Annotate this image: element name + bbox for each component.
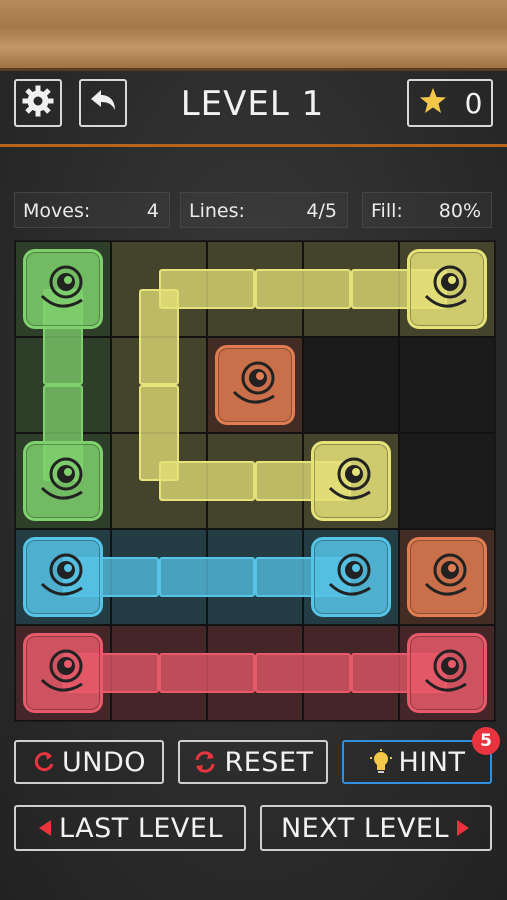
grid-cell[interactable]	[399, 337, 495, 433]
moves-stat: Moves: 4	[14, 192, 170, 228]
fill-stat: Fill: 80%	[362, 192, 492, 228]
grid-cell[interactable]	[303, 337, 399, 433]
header-divider	[0, 144, 507, 147]
hint-count-badge: 5	[472, 727, 500, 755]
flow-pipe-red	[255, 653, 351, 693]
back-arrow-icon	[87, 85, 119, 121]
level-title: LEVEL 1	[180, 84, 325, 124]
monster-endpoint-red[interactable]	[407, 633, 487, 713]
wood-top-frame	[0, 0, 507, 71]
lines-value: 4/5	[306, 200, 337, 222]
last-level-label: LAST LEVEL	[58, 812, 224, 844]
top-bar: LEVEL 1 0	[0, 71, 507, 147]
last-level-button[interactable]: LAST LEVEL	[14, 805, 246, 851]
star-icon	[418, 86, 448, 120]
monster-endpoint-blue[interactable]	[23, 537, 103, 617]
moves-label: Moves:	[23, 200, 91, 222]
monster-endpoint-blue[interactable]	[311, 537, 391, 617]
puzzle-grid[interactable]	[14, 240, 496, 722]
reset-button[interactable]: RESET	[178, 740, 328, 784]
triangle-left-icon	[37, 818, 53, 838]
lines-stat: Lines: 4/5	[180, 192, 348, 228]
monster-endpoint-yellow[interactable]	[311, 441, 391, 521]
lightbulb-icon	[369, 749, 393, 775]
monster-endpoint-yellow[interactable]	[407, 249, 487, 329]
monster-endpoint-green[interactable]	[23, 249, 103, 329]
reset-icon	[192, 749, 218, 775]
flow-pipe-blue	[159, 557, 255, 597]
back-button[interactable]	[79, 79, 127, 127]
undo-icon	[32, 750, 56, 774]
stats-bar: Moves: 4 Lines: 4/5 Fill: 80%	[0, 192, 507, 228]
star-counter: 0	[407, 79, 493, 127]
star-count: 0	[464, 86, 483, 120]
flow-pipe-yellow	[255, 269, 351, 309]
fill-label: Fill:	[371, 200, 403, 222]
reset-label: RESET	[224, 746, 314, 778]
monster-endpoint-green[interactable]	[23, 441, 103, 521]
triangle-right-icon	[455, 818, 471, 838]
next-level-label: NEXT LEVEL	[280, 812, 450, 844]
gear-icon	[22, 85, 54, 121]
undo-label: UNDO	[61, 746, 146, 778]
hint-label: HINT	[398, 746, 466, 778]
lines-label: Lines:	[189, 200, 245, 222]
monster-endpoint-orange[interactable]	[215, 345, 295, 425]
settings-button[interactable]	[14, 79, 62, 127]
monster-endpoint-red[interactable]	[23, 633, 103, 713]
moves-value: 4	[146, 200, 159, 222]
flow-pipe-red	[159, 653, 255, 693]
hint-button[interactable]: HINT	[342, 740, 492, 784]
flow-pipe-yellow	[139, 289, 179, 385]
fill-value: 80%	[438, 200, 481, 222]
flow-pipe-yellow	[159, 461, 255, 501]
next-level-button[interactable]: NEXT LEVEL	[260, 805, 492, 851]
monster-endpoint-orange[interactable]	[407, 537, 487, 617]
undo-button[interactable]: UNDO	[14, 740, 164, 784]
grid-cell[interactable]	[399, 433, 495, 529]
